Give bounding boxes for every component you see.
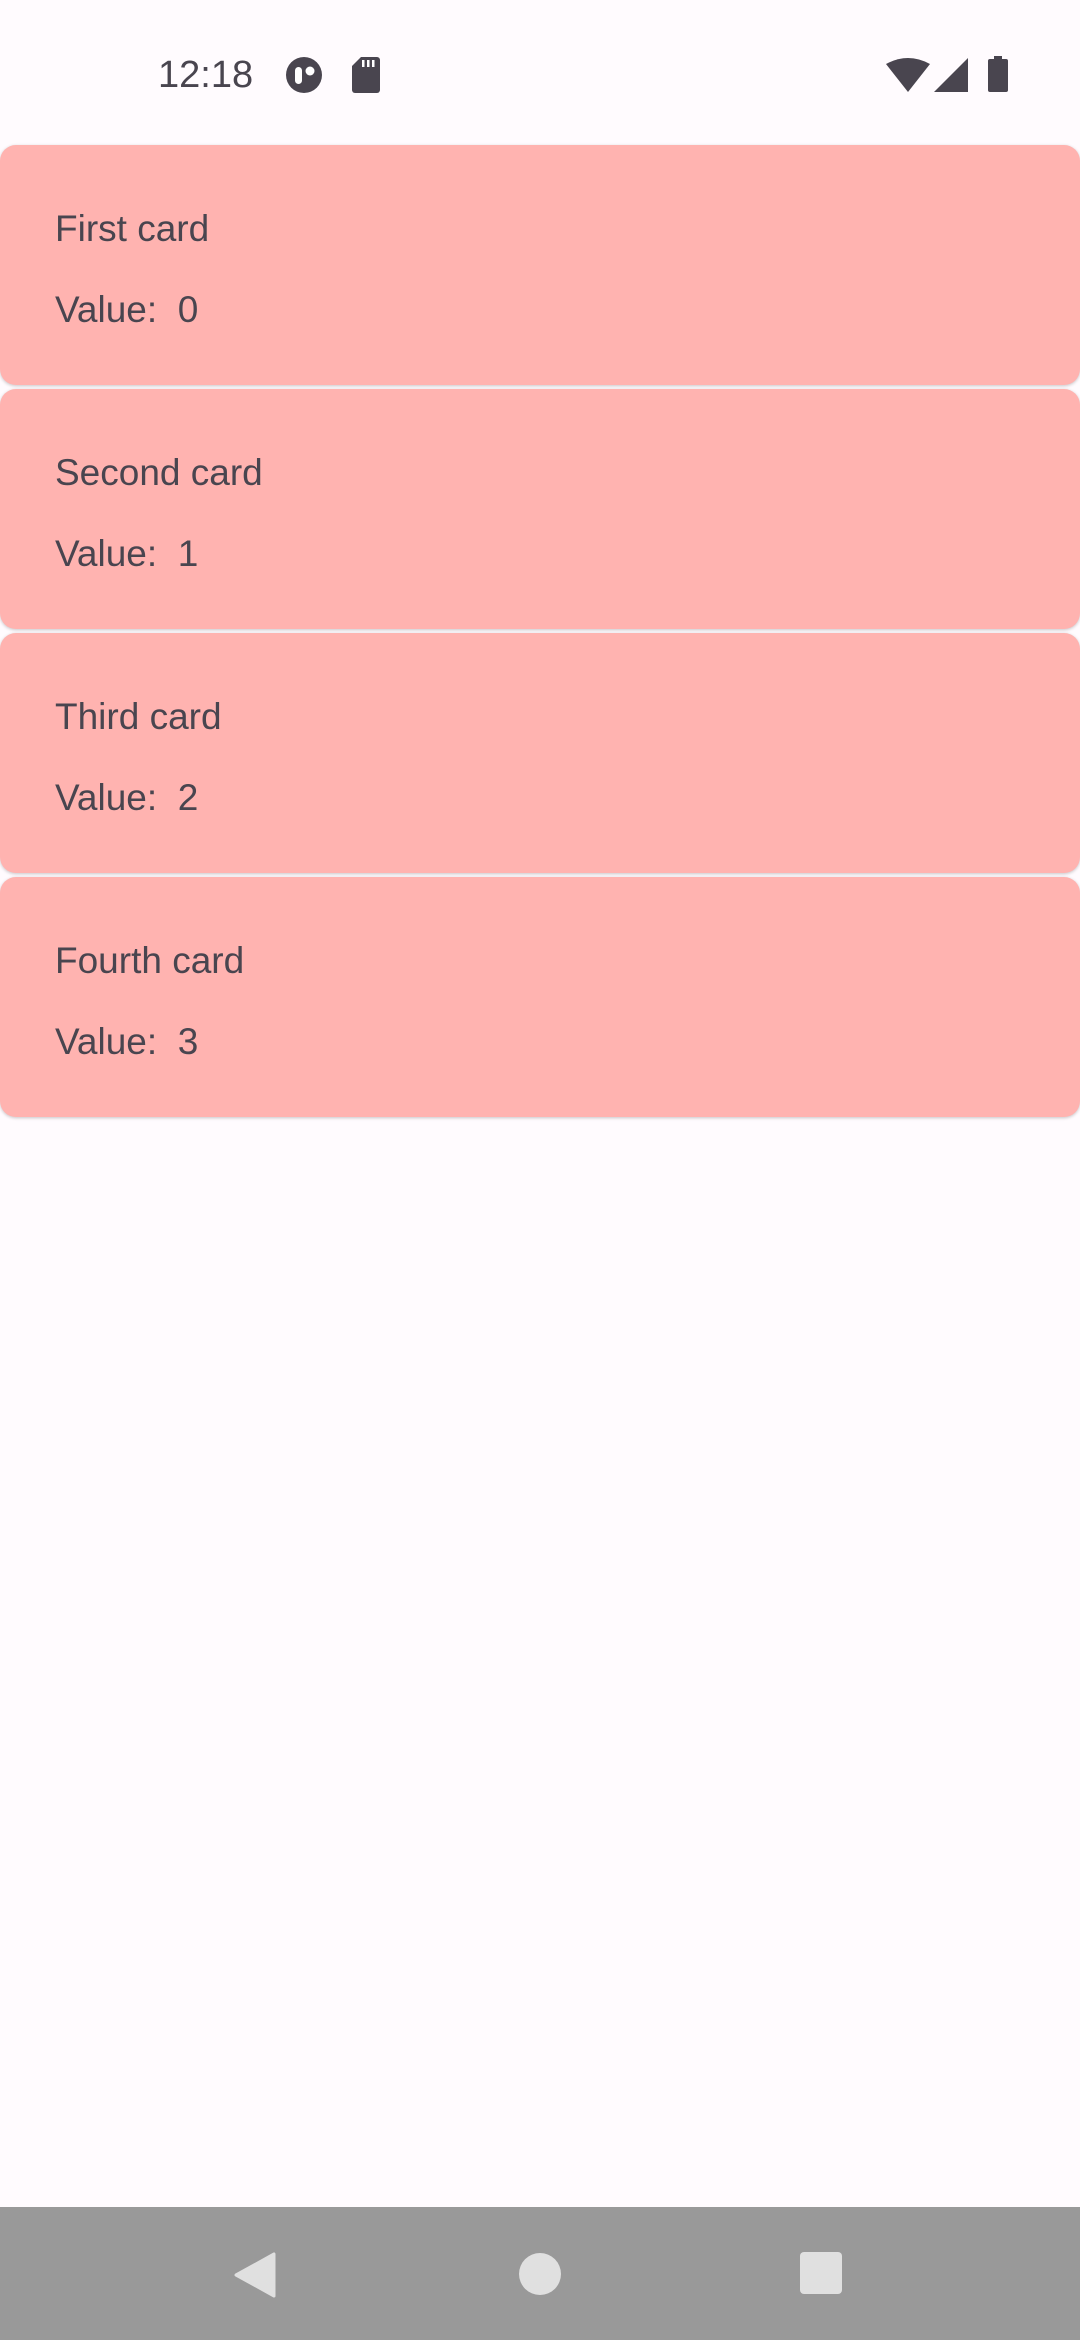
home-icon[interactable] <box>518 2252 562 2296</box>
card-first[interactable]: First card Value: 0 <box>0 145 1080 385</box>
card-title: Fourth card <box>55 940 245 981</box>
recents-icon[interactable] <box>800 2252 842 2294</box>
card-list: First card Value: 0 Second card Value: 1… <box>0 145 1080 1121</box>
card-title: First card <box>55 208 210 249</box>
battery-icon <box>988 56 1008 92</box>
status-bar: 12:18 <box>0 0 1080 145</box>
card-title: Second card <box>55 452 263 493</box>
card-value: Value: 2 <box>55 777 199 818</box>
cell-signal-icon <box>934 58 968 92</box>
card-second[interactable]: Second card Value: 1 <box>0 389 1080 629</box>
app-notification-icon <box>286 57 322 93</box>
sd-card-icon <box>352 57 380 93</box>
back-icon[interactable] <box>234 2252 276 2298</box>
status-time: 12:18 <box>158 54 254 96</box>
card-fourth[interactable]: Fourth card Value: 3 <box>0 877 1080 1117</box>
card-title: Third card <box>55 696 222 737</box>
card-third[interactable]: Third card Value: 2 <box>0 633 1080 873</box>
navigation-bar <box>0 2207 1080 2340</box>
card-value: Value: 0 <box>55 289 199 330</box>
card-value: Value: 1 <box>55 533 199 574</box>
wifi-icon <box>886 58 930 92</box>
card-value: Value: 3 <box>55 1021 199 1062</box>
